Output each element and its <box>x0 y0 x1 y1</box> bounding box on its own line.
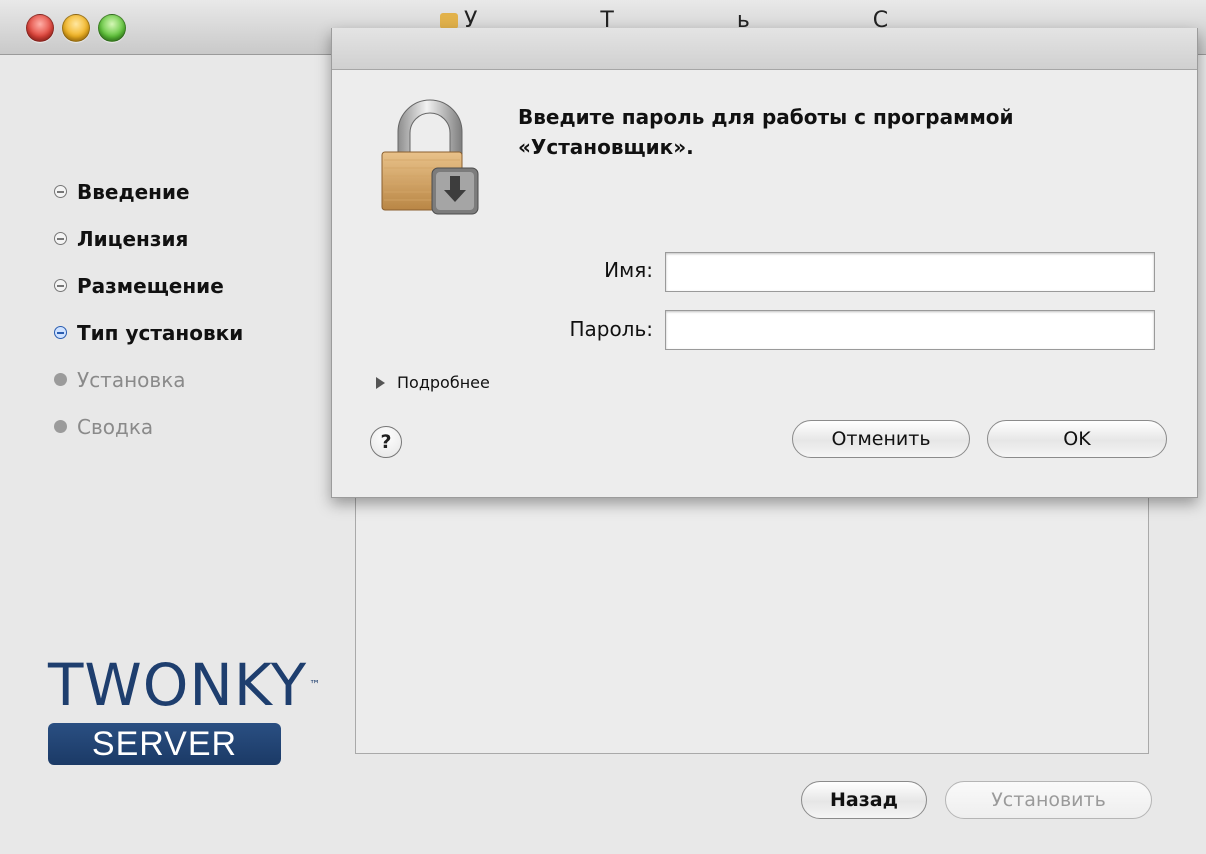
cancel-button[interactable]: Отменить <box>792 420 970 458</box>
close-window-button[interactable] <box>26 14 54 42</box>
package-icon <box>440 13 458 29</box>
step-installation-type: Тип установки <box>54 309 243 356</box>
step-summary: Сводка <box>54 403 243 450</box>
install-button: Установить <box>945 781 1152 819</box>
step-current-bullet-icon <box>54 326 67 339</box>
step-pending-bullet-icon <box>54 373 67 386</box>
disclosure-triangle-icon <box>376 376 385 389</box>
zoom-window-button[interactable] <box>98 14 126 42</box>
password-field[interactable] <box>665 310 1155 350</box>
dialog-message: Введите пароль для работы с программой «… <box>518 105 1014 159</box>
name-label: Имя: <box>604 258 653 282</box>
dialog-top-bar <box>332 28 1197 70</box>
installer-window: У Т ь С Введение Лицензия Размещение Тип… <box>0 0 1206 854</box>
step-installation: Установка <box>54 356 243 403</box>
back-button[interactable]: Назад <box>801 781 927 819</box>
installer-steps: Введение Лицензия Размещение Тип установ… <box>54 168 243 450</box>
step-done-bullet-icon <box>54 185 67 198</box>
minimize-window-button[interactable] <box>62 14 90 42</box>
authentication-dialog: Введите пароль для работы с программой «… <box>331 28 1198 498</box>
twonky-server-logo: TWONKY ™ SERVER <box>48 651 322 765</box>
step-introduction: Введение <box>54 168 243 215</box>
step-done-bullet-icon <box>54 232 67 245</box>
ok-button[interactable]: OK <box>987 420 1167 458</box>
details-disclosure[interactable]: Подробнее <box>376 373 490 392</box>
step-license: Лицензия <box>54 215 243 262</box>
name-field[interactable] <box>665 252 1155 292</box>
logo-badge: SERVER <box>48 723 281 765</box>
logo-wordmark: TWONKY ™ <box>48 651 322 719</box>
content-panel <box>355 490 1149 754</box>
lock-icon <box>381 99 479 215</box>
step-pending-bullet-icon <box>54 420 67 433</box>
password-label: Пароль: <box>569 317 653 341</box>
step-destination: Размещение <box>54 262 243 309</box>
help-button[interactable]: ? <box>370 426 402 458</box>
step-done-bullet-icon <box>54 279 67 292</box>
